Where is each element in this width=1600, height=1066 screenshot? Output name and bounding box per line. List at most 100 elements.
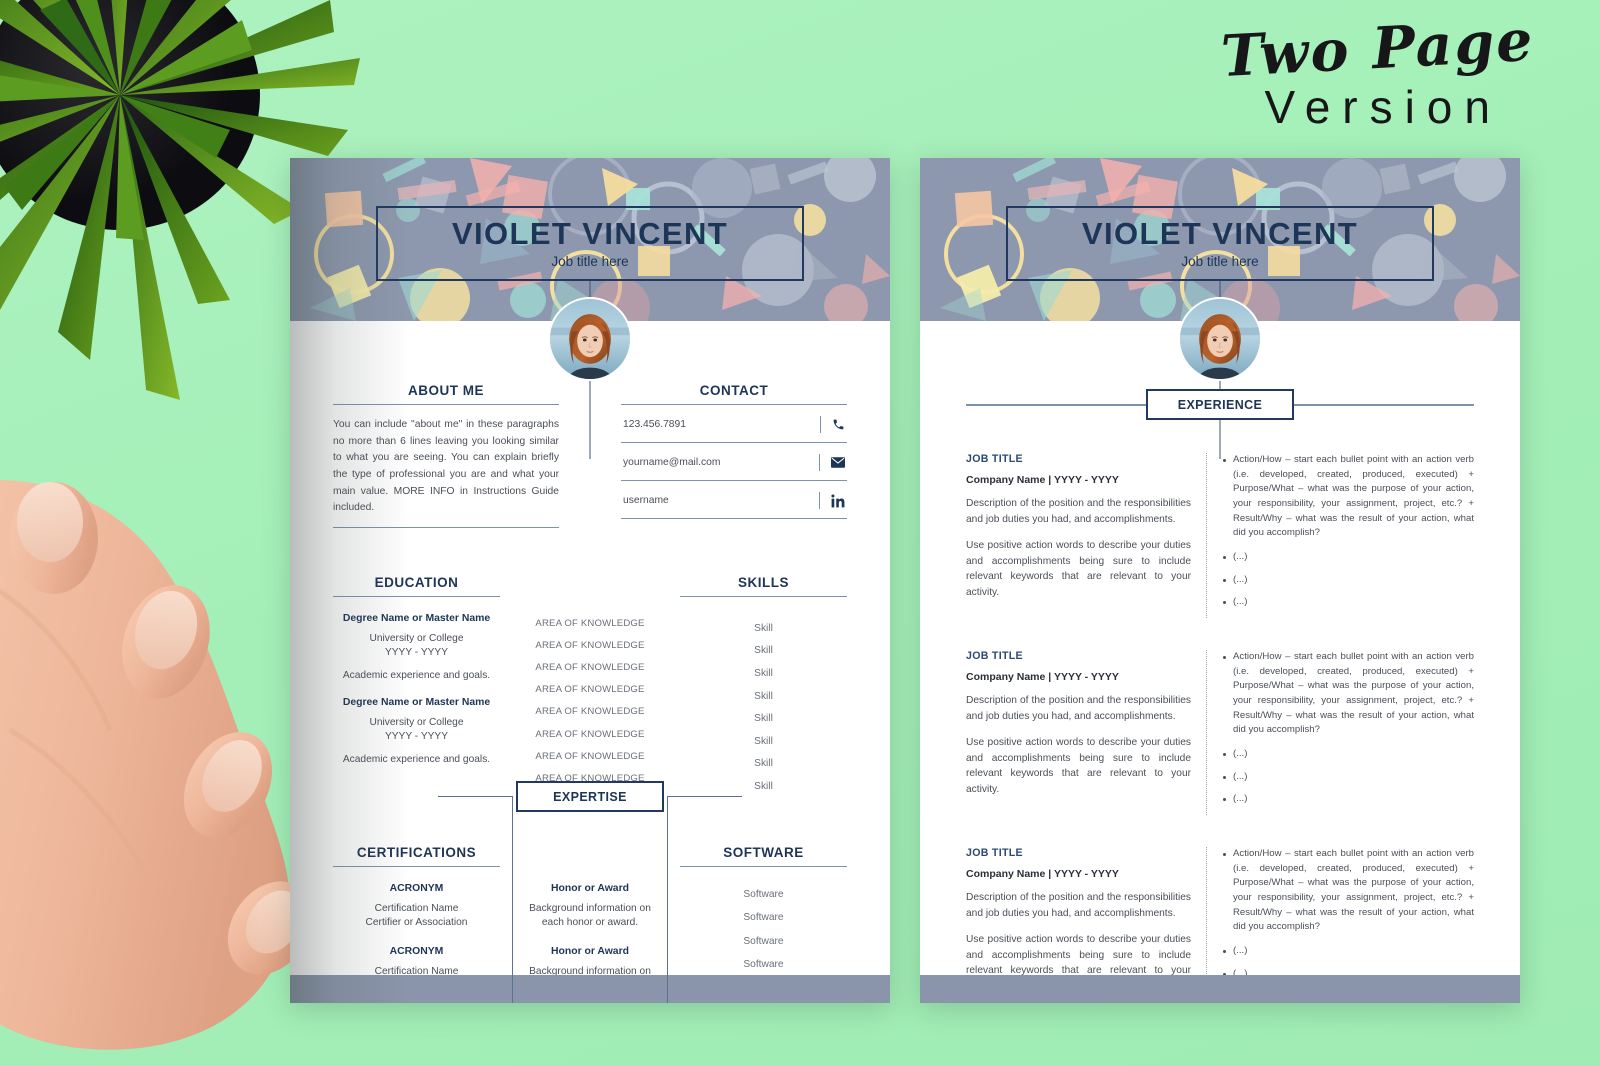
page-title: VIOLET VINCENT — [1081, 215, 1359, 251]
contact-section: CONTACT 123.456.7891 yourname@mail.com u… — [621, 383, 847, 528]
certification-acronym: ACRONYM — [389, 946, 444, 958]
job-description-1: Description of the position and the resp… — [966, 892, 1191, 919]
skills-heading: SKILLS — [680, 575, 847, 598]
education-heading: EDUCATION — [333, 575, 500, 598]
list-item: Skill — [754, 690, 773, 702]
list-item: Software — [743, 888, 784, 900]
mockup-scene: VIOLET VINCENT Job title here ABOUT ME Y… — [0, 0, 1600, 1066]
about-text: You can include "about me" in these para… — [333, 405, 559, 529]
education-degree: Degree Name or Master Name — [342, 613, 491, 625]
bullet-item: (...) — [1223, 550, 1474, 565]
linkedin-value: username — [623, 495, 669, 506]
phone-icon — [820, 416, 845, 433]
bullet-item: (...) — [1223, 747, 1474, 762]
job-company: Company Name | YYYY - YYYY — [966, 474, 1119, 486]
contact-row-linkedin[interactable]: username — [621, 481, 847, 519]
experience-item: JOB TITLE Company Name | YYYY - YYYY Des… — [966, 453, 1474, 619]
experience-item: JOB TITLE Company Name | YYYY - YYYY Des… — [966, 650, 1474, 816]
job-title: JOB TITLE — [966, 453, 1023, 465]
resume-page-1: VIOLET VINCENT Job title here ABOUT ME Y… — [290, 158, 890, 1003]
award-title: Honor or Award — [551, 882, 629, 894]
experience-right: Action/How – start each bullet point wit… — [1221, 453, 1474, 618]
certification-item: ACRONYM Certification Name Certifier or … — [333, 883, 500, 931]
award-title: Honor or Award — [551, 946, 629, 958]
list-item: AREA OF KNOWLEDGE — [535, 639, 645, 651]
certification-issuer: Certifier or Association — [365, 917, 468, 929]
about-heading: ABOUT ME — [333, 383, 559, 405]
experience-left: JOB TITLE Company Name | YYYY - YYYY Des… — [966, 453, 1191, 618]
job-company: Company Name | YYYY - YYYY — [966, 671, 1119, 684]
experience-badge: EXPERIENCE — [1146, 389, 1294, 420]
expertise-badge: EXPERTISE — [516, 781, 664, 812]
hand-decoration — [0, 479, 313, 1050]
resume-page-2: VIOLET VINCENT Job title here EXPERIENCE… — [920, 158, 1520, 1003]
about-section: ABOUT ME You can include "about me" in t… — [333, 383, 559, 529]
certification-acronym: ACRONYM — [389, 882, 444, 894]
job-company: Company Name | YYYY - YYYY — [966, 868, 1119, 881]
education-years: YYYY - YYYY — [384, 731, 449, 743]
job-title-subtitle: Job title here — [1181, 254, 1259, 270]
linkedin-icon — [819, 492, 845, 509]
bullet-item: (...) — [1223, 770, 1474, 785]
grid-pad — [500, 575, 519, 798]
experience-left: JOB TITLE Company Name | YYYY - YYYY Des… — [966, 650, 1191, 815]
avatar — [548, 297, 632, 381]
job-title-subtitle: Job title here — [551, 254, 629, 270]
bullet-item: (...) — [1223, 792, 1474, 807]
experience-rule-right — [1294, 404, 1474, 406]
rail-right-top — [667, 796, 668, 1003]
list-item: Skill — [754, 735, 773, 747]
certification-name: Certification Name — [374, 902, 459, 914]
bullet-item: Action/How – start each bullet point wit… — [1223, 847, 1474, 935]
grid-pad — [661, 575, 680, 798]
education-degree: Degree Name or Master Name — [342, 697, 491, 709]
page2-body: EXPERIENCE JOB TITLE Company Name | YYYY… — [920, 389, 1520, 1003]
education-years: YYYY - YYYY — [384, 647, 449, 659]
education-section: EDUCATION Degree Name or Master Name Uni… — [333, 575, 500, 798]
list-item: Skill — [754, 758, 773, 770]
label-line-1: Two Page — [1218, 6, 1536, 91]
job-divider — [1191, 650, 1221, 816]
job-title: JOB TITLE — [966, 650, 1023, 663]
list-item: AREA OF KNOWLEDGE — [535, 662, 645, 673]
expertise-arm-right — [667, 796, 742, 797]
name-title-box: VIOLET VINCENT Job title here — [1006, 206, 1434, 281]
list-item: Software — [743, 959, 784, 971]
contact-heading: CONTACT — [621, 383, 847, 405]
list-item: Software — [743, 935, 784, 947]
award-item: Honor or Award Background information on… — [519, 883, 662, 931]
page1-footer-bar — [290, 975, 890, 1003]
profile-photo — [550, 299, 630, 379]
list-item: Skill — [754, 713, 773, 725]
education-school: University or College — [369, 633, 464, 645]
bullet-item: (...) — [1223, 595, 1474, 610]
software-heading: SOFTWARE — [680, 845, 847, 867]
expertise-list: AREA OF KNOWLEDGE AREA OF KNOWLEDGE AREA… — [519, 597, 662, 790]
name-title-box: VIOLET VINCENT Job title here — [376, 206, 804, 281]
page-title: VIOLET VINCENT — [451, 215, 729, 251]
list-item: AREA OF KNOWLEDGE — [535, 728, 645, 740]
connector-line-bottom — [589, 381, 591, 459]
expertise-list-section: AREA OF KNOWLEDGE AREA OF KNOWLEDGE AREA… — [519, 575, 662, 798]
expertise-arm-left — [438, 796, 513, 797]
avatar — [1178, 297, 1262, 381]
two-page-version-label: Two Page Version — [1219, 7, 1536, 134]
list-item: AREA OF KNOWLEDGE — [535, 684, 645, 696]
label-line-2: Version — [1264, 81, 1502, 133]
phone-value: 123.456.7891 — [623, 419, 686, 430]
job-bullets: Action/How – start each bullet point wit… — [1221, 453, 1474, 610]
badge-spacer — [519, 575, 662, 597]
award-body: Background information on each honor or … — [529, 902, 651, 929]
bullet-item: (...) — [1223, 944, 1474, 959]
page2-footer-bar — [920, 975, 1520, 1003]
contact-row-email[interactable]: yourname@mail.com — [621, 443, 847, 481]
education-expertise-skills-row: EDUCATION Degree Name or Master Name Uni… — [333, 575, 847, 798]
contact-row-phone[interactable]: 123.456.7891 — [621, 405, 847, 443]
education-school: University or College — [369, 717, 464, 729]
experience-rule-left — [966, 404, 1146, 406]
skills-list: Skill Skill Skill Skill Skill Skill Skil… — [680, 597, 847, 798]
education-note: Academic experience and goals. — [342, 670, 491, 682]
badge-spacer — [519, 845, 662, 867]
email-value: yourname@mail.com — [623, 457, 721, 468]
job-title: JOB TITLE — [966, 847, 1023, 860]
